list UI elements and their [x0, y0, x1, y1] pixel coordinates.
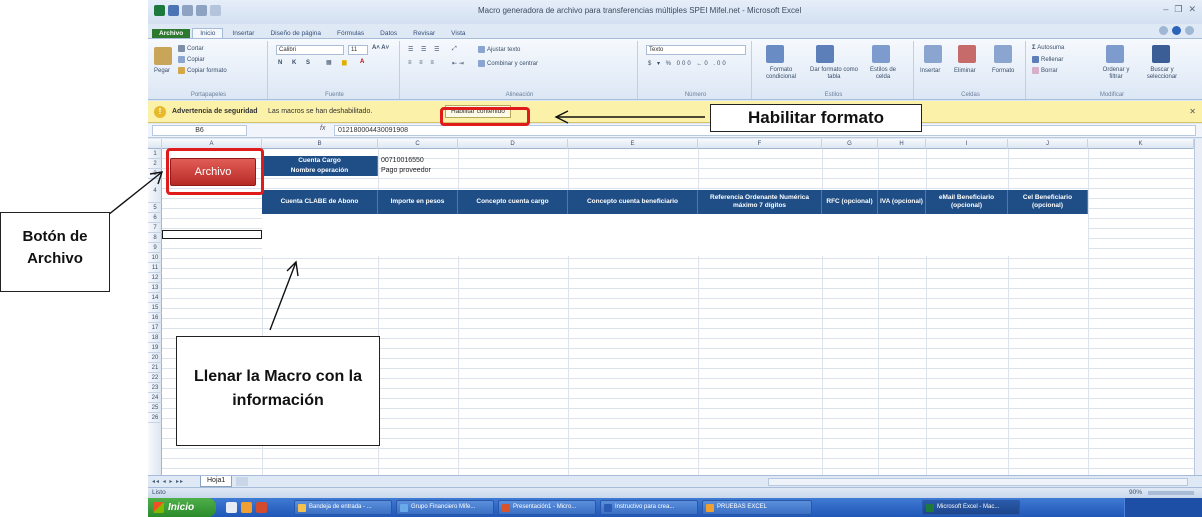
arrow-to-archivo-button	[107, 171, 163, 216]
annotation-llenar-macro: Llenar la Macro con la información	[176, 336, 380, 446]
annotation-habilitar-formato: Habilitar formato	[710, 104, 922, 132]
tutorial-screenshot: Macro generadora de archivo para transfe…	[0, 0, 1202, 517]
arrow-to-data-area	[269, 261, 297, 331]
annotation-boton-archivo: Botón de Archivo	[0, 212, 110, 292]
arrowhead-icon	[286, 260, 299, 277]
